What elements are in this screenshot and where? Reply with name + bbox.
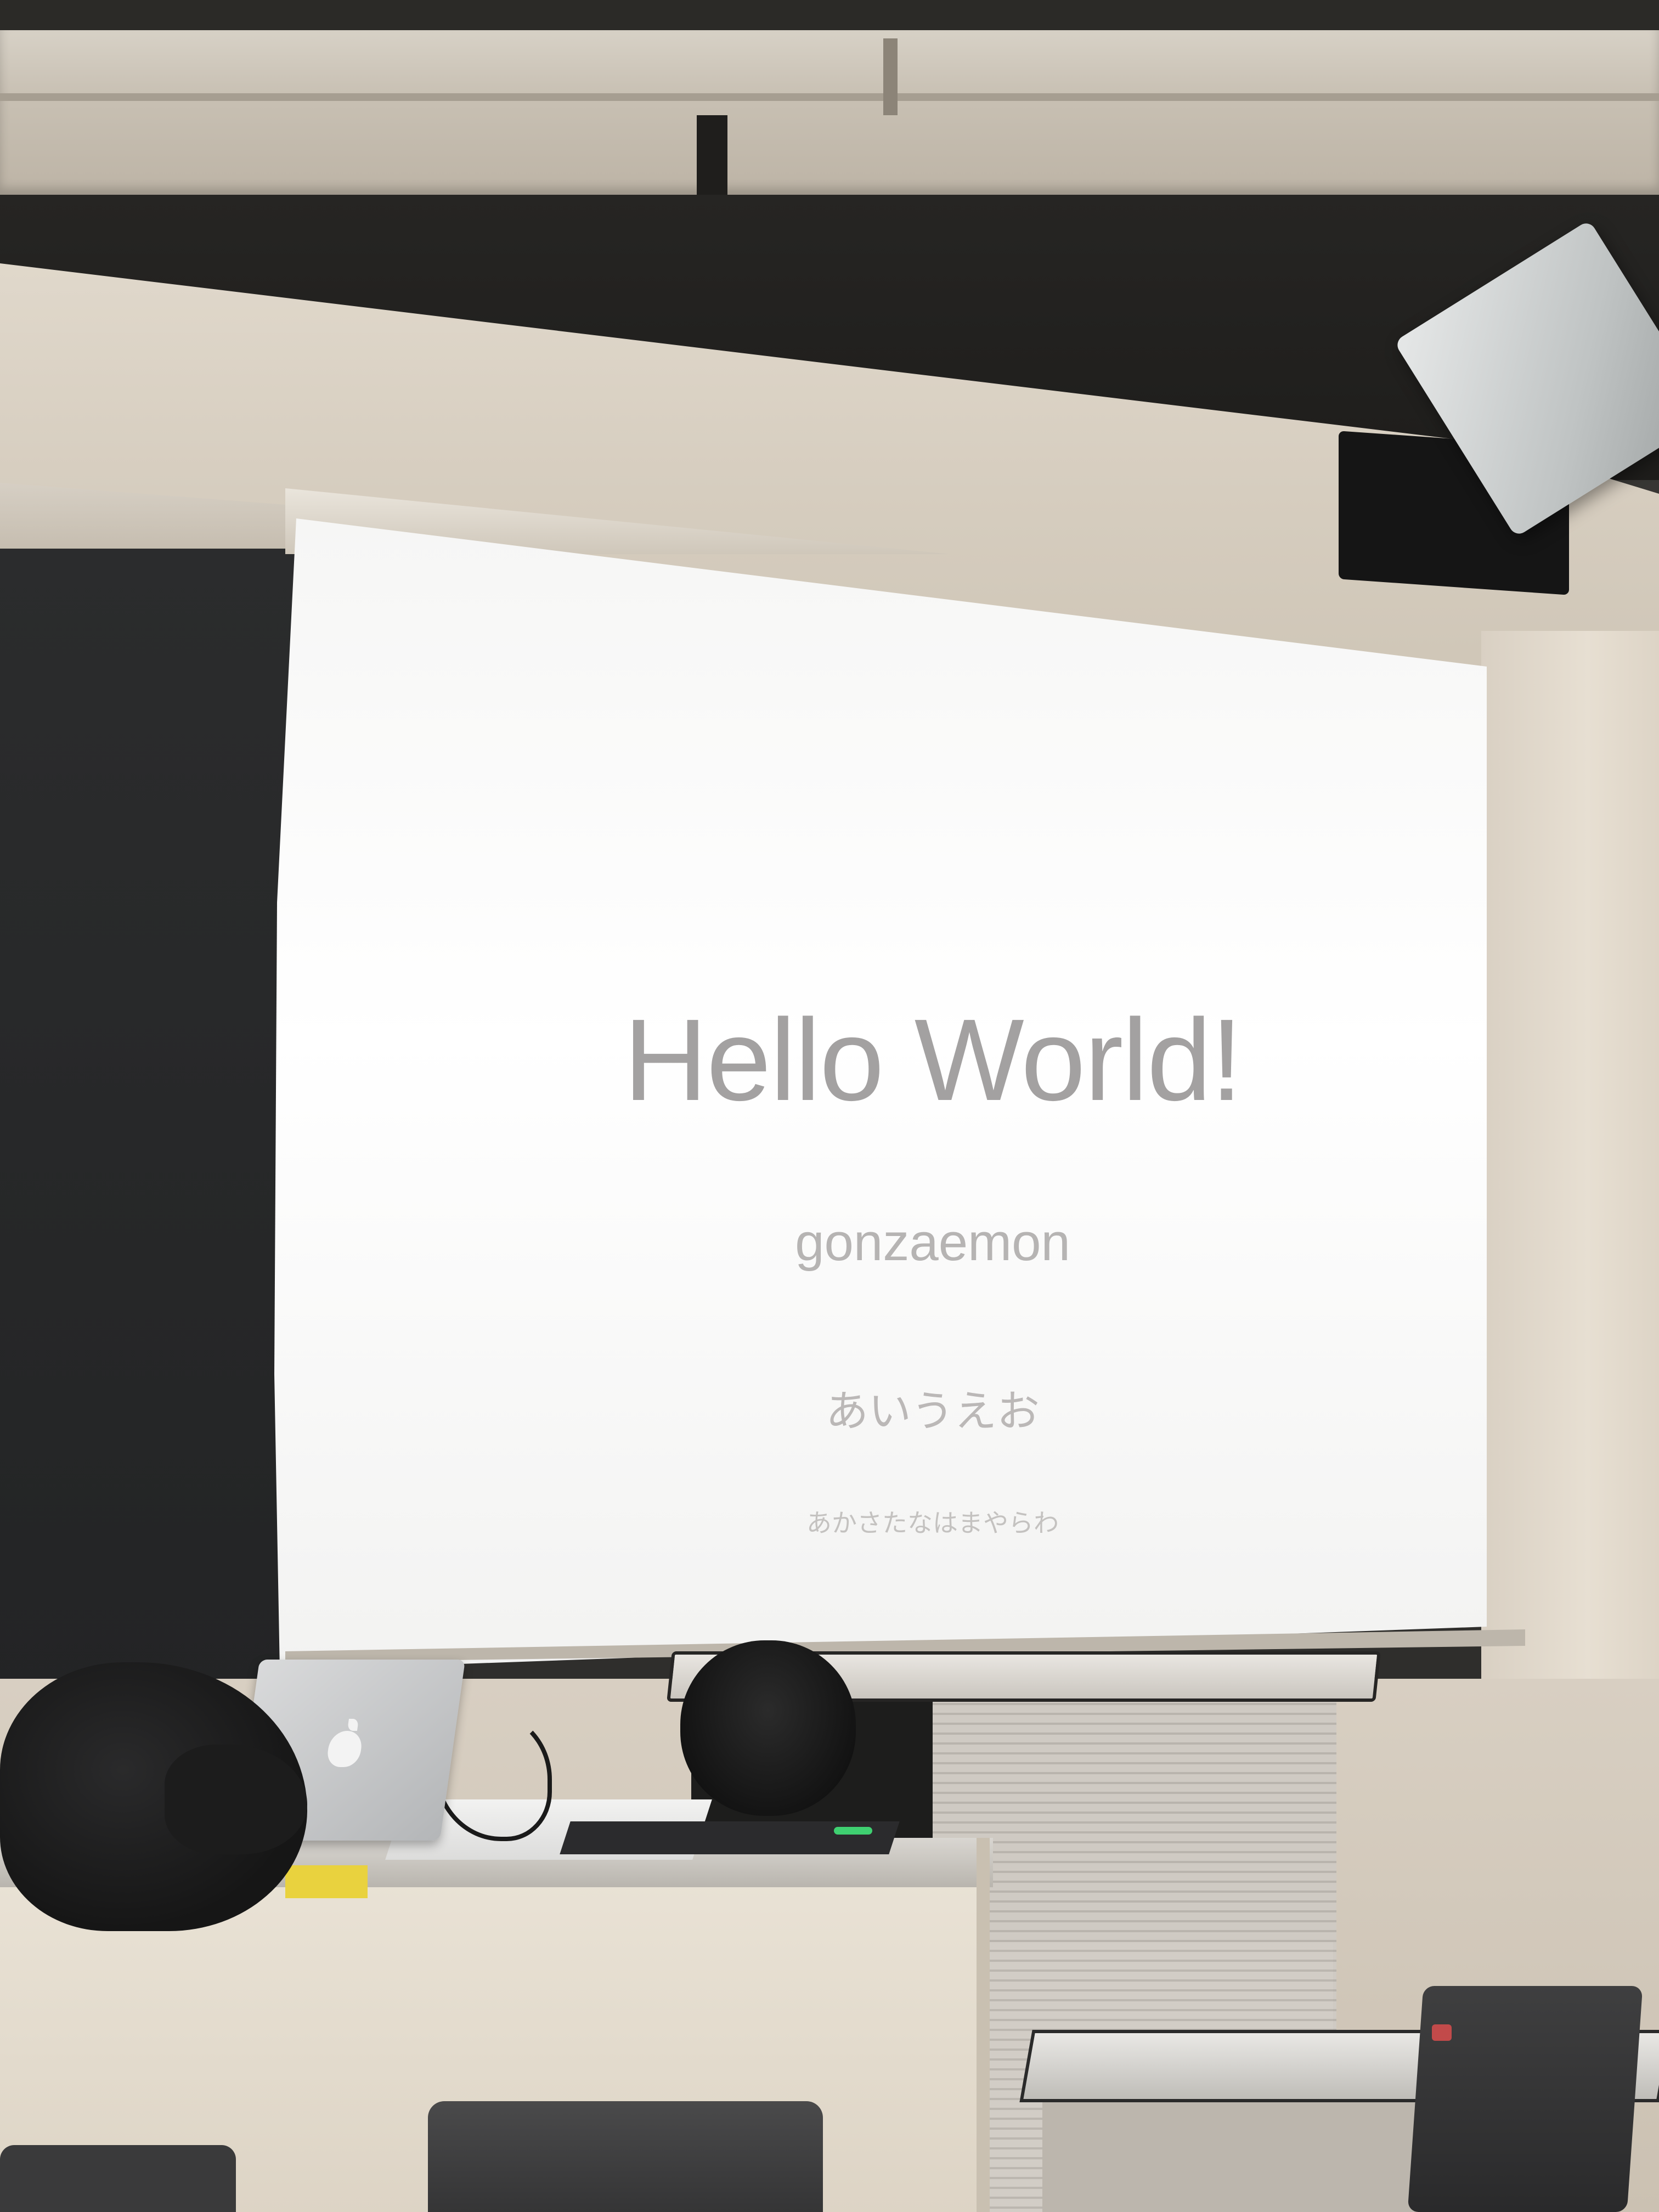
bag [680,1640,856,1816]
desk-edge [977,1838,990,2212]
slide-title: Hello World! [623,995,1243,1125]
ceiling-beam-groove [0,93,1659,101]
status-led [834,1827,872,1835]
classroom-photo: Hello World! gonzaemon あいうえお あかさたなはまやらわ [0,0,1659,2212]
av-control-panel [560,1821,900,1854]
blackboard [0,549,296,1712]
student-desk-base [1042,2096,1415,2212]
hanging-rod [697,115,727,198]
slide-kana-small-line: あかさたなはまやらわ [806,1509,1059,1537]
ceiling [0,0,1659,33]
slide-author: gonzaemon [795,1213,1070,1272]
yellow-box [285,1865,368,1898]
slide-kana-line: あいうえお [825,1387,1040,1435]
chair-back [428,2101,823,2212]
chair-back [0,2145,236,2212]
ceiling-beam [0,30,1659,195]
apple-logo-icon [325,1731,364,1767]
ceiling-joint [883,38,898,115]
chair-tag [1432,2024,1452,2041]
chair [1407,1986,1643,2212]
